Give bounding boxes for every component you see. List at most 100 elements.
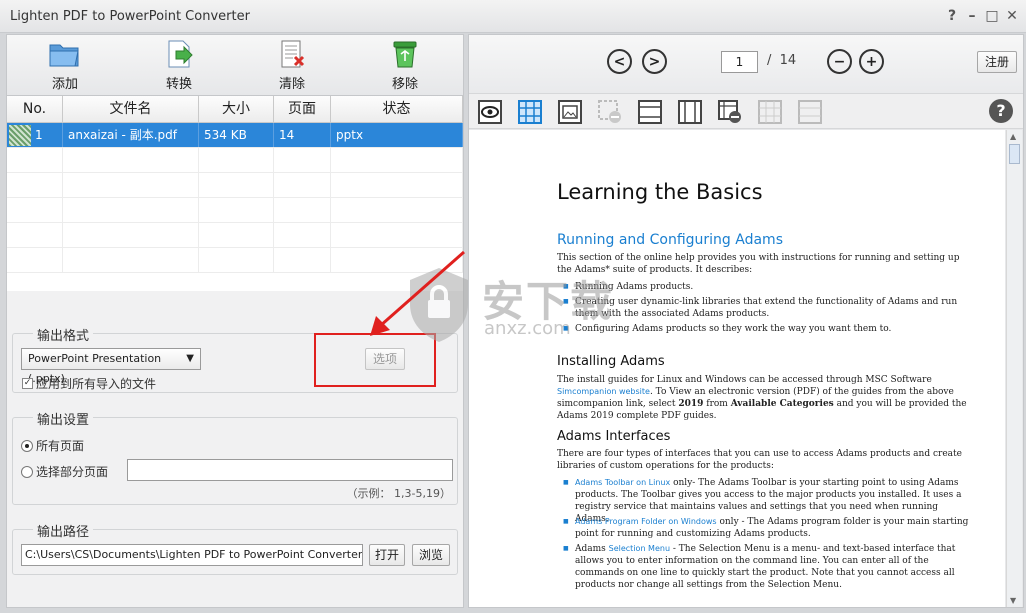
- col-size[interactable]: 大小: [199, 96, 274, 122]
- close-button[interactable]: ✕: [1004, 6, 1020, 26]
- scroll-down-icon[interactable]: ▼: [1010, 596, 1016, 605]
- doc-paragraph: This section of the online help provides…: [557, 253, 960, 275]
- table-row[interactable]: 1 anxaizai - 副本.pdf 534 KB 14 pptx: [7, 123, 463, 148]
- register-button[interactable]: 注册: [977, 51, 1017, 73]
- prev-page-button[interactable]: <: [607, 49, 632, 74]
- doc-list-item: Adams Selection Menu - The Selection Men…: [563, 543, 971, 591]
- document-preview: Learning the Basics Running and Configur…: [469, 130, 1005, 607]
- doc-link[interactable]: Adams Toolbar on Linux: [575, 478, 670, 487]
- doc-list-item: Adams Program Folder on Windows only - T…: [563, 516, 971, 540]
- col-status[interactable]: 状态: [331, 96, 463, 122]
- apply-all-label: 应用到所有导入的文件: [36, 377, 157, 391]
- zoom-in-button[interactable]: +: [859, 49, 884, 74]
- remove-button[interactable]: 移除: [365, 39, 445, 93]
- clear-label: 清除: [278, 77, 305, 92]
- all-pages-radio[interactable]: 所有页面: [21, 437, 84, 454]
- clear-list-icon: [281, 40, 305, 68]
- format-select[interactable]: PowerPoint Presentation (.pptx) ▼: [21, 348, 201, 385]
- folder-icon: [49, 44, 79, 67]
- main-toolbar: 添加 转换 清除 移除: [7, 35, 463, 95]
- add-button[interactable]: 添加: [25, 39, 105, 93]
- pages-input[interactable]: [127, 459, 453, 481]
- doc-heading: Learning the Basics: [557, 180, 763, 204]
- table-row: [7, 223, 463, 248]
- cell-pages: 14: [274, 123, 331, 147]
- title-bar: Lighten PDF to PowerPoint Converter ? – …: [0, 0, 1026, 33]
- col-pages[interactable]: 页面: [274, 96, 331, 122]
- radio-selected-icon: [21, 439, 33, 452]
- help-window-button[interactable]: ?: [944, 6, 960, 26]
- page-number-input[interactable]: 1: [721, 51, 758, 73]
- col-no[interactable]: No.: [7, 96, 63, 122]
- browse-button[interactable]: 浏览: [412, 544, 450, 566]
- view-toolbar: ?: [469, 93, 1023, 129]
- doc-link[interactable]: Adams Program Folder on Windows: [575, 517, 717, 526]
- output-path-title: 输出路径: [33, 521, 94, 540]
- clear-button[interactable]: 清除: [252, 39, 332, 93]
- apply-all-checkbox[interactable]: ✓ 应用到所有导入的文件: [22, 375, 156, 392]
- cell-filename: anxaizai - 副本.pdf: [63, 123, 199, 147]
- recycle-bin-icon: [393, 41, 417, 68]
- doc-subheading: Adams Interfaces: [557, 429, 671, 444]
- output-format-title: 输出格式: [33, 325, 94, 344]
- output-path-input[interactable]: C:\Users\CS\Documents\Lighten PDF to Pow…: [21, 544, 363, 566]
- left-panel: 添加 转换 清除 移除 No. 文件名 大小 页面 状态 1 anxaizai …: [6, 34, 464, 608]
- vertical-split-icon[interactable]: [677, 99, 703, 125]
- table-region-icon-disabled: [758, 100, 782, 124]
- table-header: No. 文件名 大小 页面 状态: [7, 96, 463, 123]
- window-controls: ? – □ ✕: [944, 6, 1020, 26]
- table-row: [7, 148, 463, 173]
- cell-status: pptx: [331, 123, 463, 147]
- doc-subheading: Installing Adams: [557, 354, 665, 369]
- help-icon[interactable]: ?: [989, 99, 1013, 123]
- convert-icon: [168, 40, 193, 68]
- table-row: [7, 173, 463, 198]
- cell-no: 1: [7, 123, 63, 147]
- doc-list-item: Creating user dynamic-link libraries tha…: [563, 296, 971, 320]
- convert-label: 转换: [165, 77, 192, 92]
- checkbox-check-icon: ✓: [22, 378, 33, 389]
- image-view-icon[interactable]: [557, 99, 583, 125]
- maximize-button[interactable]: □: [984, 6, 1000, 26]
- doc-list-item: Running Adams products.: [563, 281, 971, 293]
- output-path-section: 输出路径 C:\Users\CS\Documents\Lighten PDF t…: [12, 521, 458, 575]
- minimize-button[interactable]: –: [964, 6, 980, 26]
- pages-example-hint: （示例： 1,3-5,19）: [346, 487, 451, 500]
- doc-link[interactable]: Selection Menu: [609, 544, 670, 553]
- preview-panel: < > 1 / 14 − + 注册 ? Learning the Basics …: [468, 34, 1024, 608]
- select-pages-label: 选择部分页面: [36, 465, 109, 479]
- grid-view-icon[interactable]: [517, 99, 543, 125]
- output-settings-title: 输出设置: [33, 409, 94, 428]
- vertical-scrollbar[interactable]: ▲ ▼: [1006, 130, 1022, 607]
- col-filename[interactable]: 文件名: [63, 96, 199, 122]
- delete-frame-icon[interactable]: [717, 99, 743, 125]
- table-row: [7, 248, 463, 273]
- doc-list-item: Configuring Adams products so they work …: [563, 323, 971, 335]
- next-page-button[interactable]: >: [642, 49, 667, 74]
- scroll-thumb[interactable]: [1009, 144, 1020, 164]
- page-total: / 14: [767, 53, 797, 68]
- horizontal-split-icon[interactable]: [637, 99, 663, 125]
- remove-label: 移除: [391, 77, 418, 92]
- doc-link[interactable]: Simcompanion website: [557, 387, 650, 396]
- scroll-up-icon[interactable]: ▲: [1010, 132, 1016, 141]
- file-table: No. 文件名 大小 页面 状态 1 anxaizai - 副本.pdf 534…: [7, 95, 463, 291]
- open-folder-button[interactable]: 打开: [369, 544, 405, 566]
- remove-region-icon-disabled: [598, 100, 621, 123]
- all-pages-label: 所有页面: [36, 439, 85, 453]
- row-marker: [9, 125, 31, 146]
- add-label: 添加: [51, 77, 78, 92]
- doc-paragraph: The install guides for Linux and Windows…: [557, 375, 967, 421]
- table-row: [7, 198, 463, 223]
- select-pages-radio[interactable]: 选择部分页面: [21, 463, 108, 480]
- output-settings-section: 输出设置 所有页面 选择部分页面 （示例： 1,3-5,19）: [12, 409, 458, 505]
- cell-size: 534 KB: [199, 123, 274, 147]
- doc-section-title: Running and Configuring Adams: [557, 232, 783, 248]
- preview-eye-icon[interactable]: [477, 99, 503, 125]
- chevron-down-icon: ▼: [186, 353, 194, 364]
- radio-unselected-icon: [21, 465, 33, 478]
- zoom-out-button[interactable]: −: [827, 49, 852, 74]
- annotation-highlight-box: [314, 333, 436, 387]
- convert-button[interactable]: 转换: [139, 39, 219, 93]
- text-region-icon-disabled: [798, 100, 822, 124]
